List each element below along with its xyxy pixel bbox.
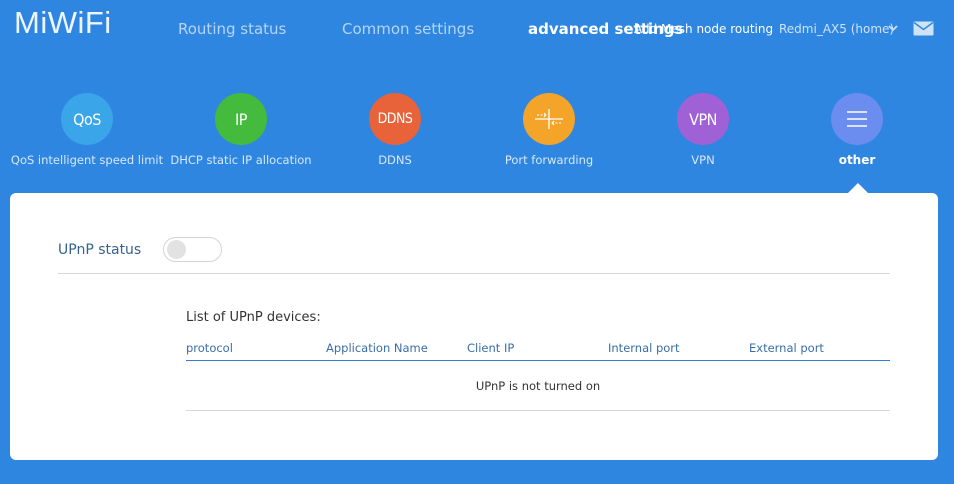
add-mesh-node-link[interactable]: Add Mesh node routing [634,21,773,37]
column-internal-port: Internal port [608,341,680,355]
upnp-table-header: protocol Application Name Client IP Inte… [186,341,890,361]
column-external-port: External port [749,341,824,355]
feature-qos-label: QoS intelligent speed limit [10,153,164,167]
feature-vpn[interactable]: VPN VPN [623,93,783,167]
upnp-toggle[interactable] [163,237,222,262]
ip-icon: IP [215,93,267,145]
nav-routing-status[interactable]: Routing status [178,19,286,39]
feature-vpn-label: VPN [691,153,715,167]
divider [58,273,890,274]
column-protocol: protocol [186,341,233,355]
toggle-knob [167,240,186,259]
menu-icon [831,93,883,145]
feature-qos[interactable]: QoS QoS intelligent speed limit [7,93,167,167]
feature-other-label: other [838,153,876,167]
feature-port-forwarding-label: Port forwarding [504,153,594,167]
column-client-ip: Client IP [467,341,515,355]
chevron-down-icon[interactable] [887,22,899,34]
mail-icon[interactable] [913,21,934,36]
ddns-icon: DDNS [369,93,421,145]
table-bottom-line [186,410,890,411]
feature-bar: QoS QoS intelligent speed limit IP DHCP … [0,93,954,173]
upnp-empty-message: UPnP is not turned on [475,379,601,393]
feature-dhcp-static-ip[interactable]: IP DHCP static IP allocation [161,93,321,167]
active-tab-pointer [848,183,868,193]
vpn-icon: VPN [677,93,729,145]
feature-dhcp-label: DHCP static IP allocation [170,153,312,167]
upnp-status-label: UPnP status [58,242,142,258]
app-root: MiWiFi Routing status Common settings ad… [0,0,954,484]
port-forwarding-icon [523,93,575,145]
feature-ddns[interactable]: DDNS DDNS [315,93,475,167]
qos-icon: QoS [61,93,113,145]
router-selector[interactable]: Redmi_AX5 (home) [779,21,894,37]
feature-port-forwarding[interactable]: Port forwarding [469,93,629,167]
upnp-list-title: List of UPnP devices: [186,310,321,325]
upnp-panel: UPnP status List of UPnP devices: protoc… [10,193,938,460]
table-header-line [186,360,890,361]
miwifi-logo[interactable]: MiWiFi [14,4,112,42]
nav-common-settings[interactable]: Common settings [342,19,474,39]
feature-other[interactable]: other [777,93,937,167]
column-application-name: Application Name [326,341,428,355]
feature-ddns-label: DDNS [378,153,412,167]
